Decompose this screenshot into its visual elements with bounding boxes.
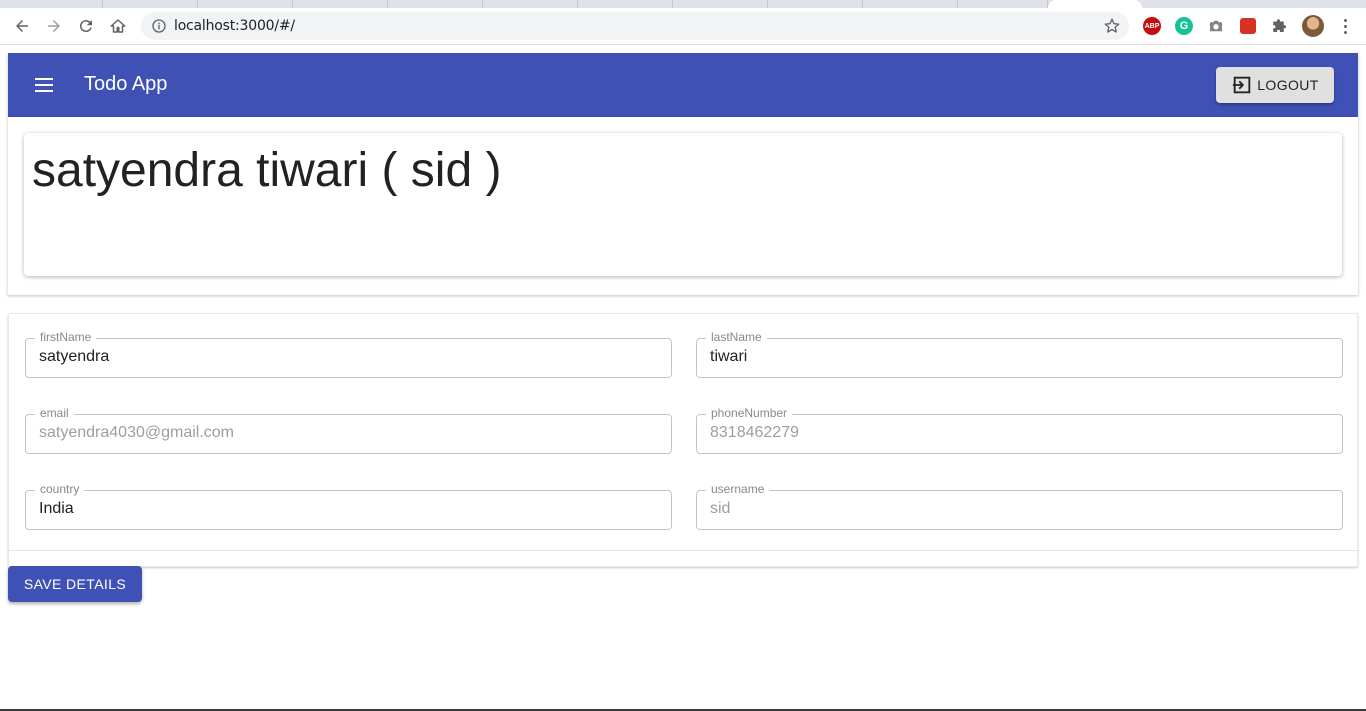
country-input[interactable] <box>39 500 659 518</box>
logout-icon <box>1233 76 1251 94</box>
last-name-label: lastName <box>706 330 767 344</box>
browser-menu-button[interactable] <box>1335 16 1355 36</box>
adblock-icon: ABP <box>1143 17 1161 35</box>
browser-tab[interactable] <box>0 0 103 8</box>
browser-tab[interactable] <box>293 0 388 8</box>
menu-button[interactable] <box>32 73 56 97</box>
country-field[interactable]: country <box>25 482 672 530</box>
browser-tab[interactable] <box>768 0 863 8</box>
browser-tab[interactable] <box>673 0 768 8</box>
save-details-button[interactable]: SAVE DETAILS <box>8 566 142 602</box>
profile-form: firstName lastName email phoneNumber cou… <box>8 313 1359 567</box>
first-name-field[interactable]: firstName <box>25 330 672 378</box>
email-label: email <box>35 406 74 420</box>
dot-icon <box>1343 18 1347 22</box>
browser-tab[interactable] <box>198 0 293 8</box>
logout-label: LOGOUT <box>1257 77 1319 93</box>
address-bar[interactable]: localhost:3000/#/ <box>141 12 1129 40</box>
last-name-field[interactable]: lastName <box>696 330 1343 378</box>
hamburger-line <box>35 84 53 86</box>
dot-icon <box>1343 30 1347 34</box>
red-extension-button[interactable] <box>1238 16 1258 36</box>
phone-number-input <box>710 424 1330 442</box>
browser-tab[interactable] <box>388 0 483 8</box>
red-extension-icon <box>1240 18 1256 34</box>
first-name-label: firstName <box>35 330 97 344</box>
camera-icon <box>1210 20 1222 32</box>
profile-card: satyendra tiwari ( sid ) <box>24 133 1342 276</box>
country-label: country <box>35 482 85 496</box>
hamburger-line <box>35 90 53 92</box>
browser-tab[interactable] <box>578 0 673 8</box>
email-field: email <box>25 406 672 454</box>
star-icon[interactable] <box>1103 17 1121 35</box>
adblock-extension-button[interactable]: ABP <box>1142 16 1162 36</box>
extensions-button[interactable] <box>1270 16 1290 36</box>
browser-toolbar: localhost:3000/#/ ABP G <box>0 8 1366 45</box>
dot-icon <box>1343 24 1347 28</box>
hamburger-line <box>35 78 53 80</box>
profile-avatar[interactable] <box>1302 15 1324 37</box>
arrow-left-icon <box>16 20 28 32</box>
save-details-label: SAVE DETAILS <box>23 576 127 592</box>
url-text[interactable]: localhost:3000/#/ <box>174 18 295 34</box>
profile-display-name: satyendra tiwari ( sid ) <box>32 144 502 197</box>
browser-tab[interactable] <box>103 0 198 8</box>
logout-button[interactable]: LOGOUT <box>1216 67 1334 103</box>
form-divider <box>9 550 1359 551</box>
email-input <box>39 424 659 442</box>
reload-button[interactable] <box>72 12 100 40</box>
browser-tab[interactable] <box>863 0 958 8</box>
grammarly-icon: G <box>1175 17 1193 35</box>
arrow-right-icon <box>48 20 60 32</box>
username-field: username <box>696 482 1343 530</box>
app-title: Todo App <box>84 73 168 95</box>
profile-section: satyendra tiwari ( sid ) <box>8 117 1358 295</box>
username-label: username <box>706 482 770 496</box>
reload-icon <box>79 20 92 33</box>
info-icon[interactable] <box>151 18 167 34</box>
grammarly-extension-button[interactable]: G <box>1174 16 1194 36</box>
browser-tab[interactable] <box>958 0 1048 8</box>
puzzle-icon <box>1273 19 1286 32</box>
back-button[interactable] <box>8 12 36 40</box>
username-input <box>710 500 1330 518</box>
screenshot-extension-button[interactable] <box>1206 16 1226 36</box>
browser-tabstrip <box>0 0 1366 8</box>
home-button[interactable] <box>104 12 132 40</box>
phone-number-label: phoneNumber <box>706 406 793 420</box>
last-name-input[interactable] <box>710 348 1330 366</box>
browser-tab-active[interactable] <box>1048 0 1142 8</box>
browser-tab[interactable] <box>483 0 578 8</box>
home-icon <box>110 19 126 33</box>
first-name-input[interactable] <box>39 348 659 366</box>
app-bar: Todo App LOGOUT <box>8 53 1358 117</box>
forward-button[interactable] <box>40 12 68 40</box>
phone-number-field: phoneNumber <box>696 406 1343 454</box>
